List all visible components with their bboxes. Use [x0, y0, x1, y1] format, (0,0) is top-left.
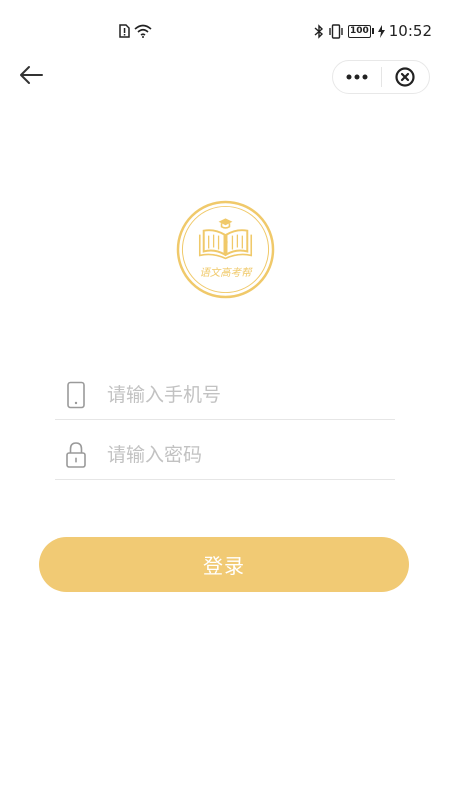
- status-bar: 100 10:52: [0, 0, 450, 64]
- password-field-icon-wrap: [55, 435, 97, 475]
- battery-level: 100: [347, 24, 371, 38]
- phone-field-row: [55, 370, 395, 420]
- lock-icon: [66, 441, 86, 468]
- phone-field-icon-wrap: [55, 375, 97, 415]
- password-input[interactable]: [107, 434, 395, 475]
- phone-input[interactable]: [107, 374, 395, 415]
- sim-alert-icon: [119, 24, 130, 38]
- more-button[interactable]: [333, 61, 381, 93]
- battery-indicator: 100: [347, 24, 374, 38]
- mobile-phone-icon: [67, 381, 85, 408]
- close-circle-icon: [395, 67, 415, 87]
- close-miniprogram-button[interactable]: [381, 61, 429, 93]
- status-right: 100 10:52: [314, 22, 432, 40]
- wifi-icon: [134, 24, 152, 38]
- status-left: [119, 24, 152, 38]
- vibrate-icon: [329, 23, 343, 39]
- bluetooth-icon: [314, 23, 323, 39]
- charging-icon: [377, 24, 385, 38]
- login-button[interactable]: 登录: [39, 537, 409, 592]
- miniprogram-capsule: [332, 60, 430, 94]
- password-field-row: [55, 430, 395, 480]
- status-time: 10:52: [388, 22, 432, 40]
- battery-tip: [371, 28, 374, 34]
- more-dots-icon: [346, 74, 368, 80]
- logo-text: 语文高考帮: [200, 267, 254, 279]
- arrow-left-icon: [20, 66, 43, 84]
- app-logo: 语文高考帮: [176, 200, 275, 299]
- back-button[interactable]: [14, 60, 48, 90]
